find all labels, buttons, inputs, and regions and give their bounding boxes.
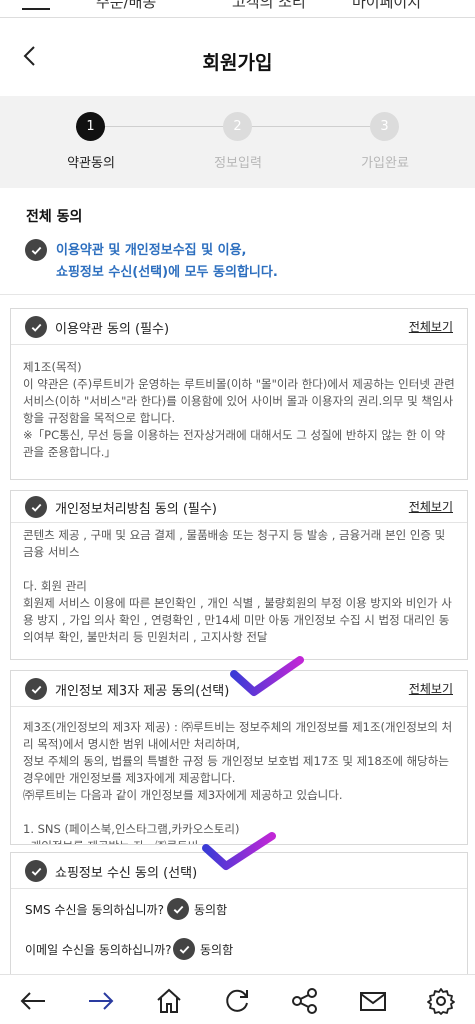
sms-agree-label[interactable]: 동의함 [194, 901, 227, 918]
page-title: 회원가입 [202, 52, 273, 74]
third-party-text: 제3조(개인정보의 제3자 제공) : ㈜루트비는 정보주체의 개인정보를 제1… [23, 720, 453, 844]
share-icon[interactable] [290, 987, 320, 1015]
email-agree-row: 이메일 수신을 동의하십니까? 동의함 [11, 929, 467, 969]
step-1-label: 약관동의 [67, 156, 115, 171]
step-2-circle: 2 [223, 112, 252, 141]
email-question: 이메일 수신을 동의하십니까? [25, 943, 172, 957]
step-3-circle: 3 [370, 112, 399, 141]
email-agree-label[interactable]: 동의함 [200, 941, 233, 958]
step-2-label: 정보입력 [214, 156, 262, 171]
privacy-body[interactable]: 콘텐츠 제공 , 구매 및 요금 결제 , 물품배송 또는 청구지 등 발송 ,… [11, 523, 467, 659]
signup-stepper: 1 2 3 약관동의 정보입력 가입완료 [0, 96, 475, 188]
privacy-agree-section: 개인정보처리방침 동의 (필수) 전체보기 콘텐츠 제공 , 구매 및 요금 결… [10, 490, 468, 660]
purple-checkmark-icon [230, 656, 304, 696]
all-agree-title: 전체 동의 [26, 209, 83, 225]
purple-checkmark-icon [202, 832, 276, 870]
terms-agree-header: 이용약관 동의 (필수) 전체보기 [11, 309, 467, 345]
sms-question: SMS 수신을 동의하십니까? [25, 903, 164, 917]
privacy-agree-header: 개인정보처리방침 동의 (필수) 전체보기 [11, 491, 467, 523]
back-icon[interactable] [18, 987, 48, 1015]
step-3-label: 가입완료 [361, 156, 409, 171]
privacy-text: 콘텐츠 제공 , 구매 및 요금 결제 , 물품배송 또는 청구지 등 발송 ,… [23, 528, 452, 644]
all-agree-line-2: 쇼핑정보 수신(선택)에 모두 동의합니다. [56, 265, 278, 280]
privacy-title: 개인정보처리방침 동의 (필수) [55, 502, 217, 517]
refresh-icon[interactable] [222, 987, 252, 1015]
all-agree-line-1: 이용약관 및 개인정보수집 및 이용, [56, 243, 247, 258]
terms-agree-section: 이용약관 동의 (필수) 전체보기 제1조(목적) 이 약관은 (주)루트비가 … [10, 308, 468, 480]
header: 회원가입 [0, 18, 475, 96]
top-navigation: 주문/배송 고객의 소리 마이페이지 [0, 0, 475, 18]
divider [0, 294, 475, 295]
nav-orders[interactable]: 주문/배송 [96, 0, 156, 12]
menu-icon[interactable] [22, 8, 50, 10]
sms-agree-row: SMS 수신을 동의하십니까? 동의함 [11, 889, 467, 929]
browser-bottom-bar [0, 974, 475, 1024]
step-1-circle: 1 [76, 112, 105, 141]
mail-icon[interactable] [358, 987, 388, 1015]
privacy-checkbox-icon[interactable] [25, 496, 47, 518]
third-party-view-all-link[interactable]: 전체보기 [409, 680, 453, 697]
privacy-view-all-link[interactable]: 전체보기 [409, 498, 453, 515]
sms-agree-checkbox-icon[interactable] [167, 898, 189, 920]
all-agree-section: 전체 동의 이용약관 및 개인정보수집 및 이용, 쇼핑정보 수신(선택)에 모… [0, 188, 475, 294]
third-party-title: 개인정보 제3자 제공 동의(선택) [55, 684, 230, 699]
step-connector [105, 126, 223, 127]
step-connector [252, 126, 370, 127]
nav-voice[interactable]: 고객의 소리 [232, 0, 306, 12]
terms-body[interactable]: 제1조(목적) 이 약관은 (주)루트비가 운영하는 루트비몰(이하 "몰"이라… [11, 345, 467, 479]
home-icon[interactable] [154, 987, 184, 1015]
all-agree-checkbox-icon[interactable] [25, 239, 47, 261]
terms-title: 이용약관 동의 (필수) [55, 322, 170, 337]
terms-checkbox-icon[interactable] [25, 316, 47, 338]
forward-icon[interactable] [86, 987, 116, 1015]
shopping-title: 쇼핑정보 수신 동의 (선택) [55, 866, 198, 881]
settings-icon[interactable] [426, 987, 456, 1015]
shopping-checkbox-icon[interactable] [25, 860, 47, 882]
terms-view-all-link[interactable]: 전체보기 [409, 318, 453, 335]
third-party-checkbox-icon[interactable] [25, 678, 47, 700]
all-agree-text[interactable]: 이용약관 및 개인정보수집 및 이용, 쇼핑정보 수신(선택)에 모두 동의합니… [56, 240, 278, 284]
third-party-body[interactable]: 제3조(개인정보의 제3자 제공) : ㈜루트비는 정보주체의 개인정보를 제1… [11, 707, 467, 844]
terms-text: 제1조(목적) 이 약관은 (주)루트비가 운영하는 루트비몰(이하 "몰"이라… [23, 360, 455, 459]
nav-mypage[interactable]: 마이페이지 [352, 0, 421, 12]
email-agree-checkbox-icon[interactable] [173, 938, 195, 960]
